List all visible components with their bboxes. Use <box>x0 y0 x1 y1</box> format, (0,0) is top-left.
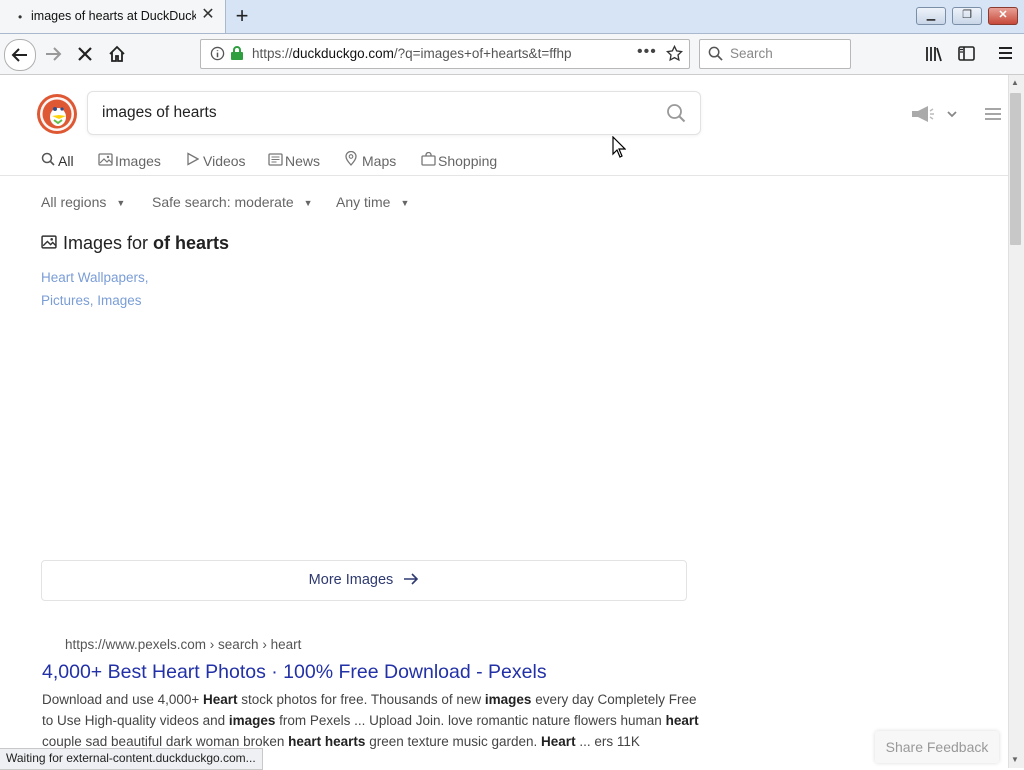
tab-bar: • images of hearts at DuckDuckGo ✕ + ▁ ❐… <box>0 0 1024 34</box>
share-feedback-button[interactable]: Share Feedback <box>875 731 999 763</box>
tab-all[interactable]: All <box>41 150 74 172</box>
ddg-menu-button[interactable] <box>984 107 1002 126</box>
bookmark-star-icon[interactable] <box>666 45 683 62</box>
address-bar[interactable]: https://duckduckgo.com/?q=images+of+hear… <box>200 39 690 69</box>
search-icon[interactable] <box>666 103 686 123</box>
header-divider <box>0 175 1008 176</box>
images-section-title[interactable]: Images for of hearts <box>41 233 229 254</box>
more-images-button[interactable]: More Images <box>41 560 687 601</box>
megaphone-icon <box>912 106 934 122</box>
time-filter[interactable]: Any time ▼ <box>336 194 409 210</box>
result-snippet: Download and use 4,000+ Heart stock phot… <box>42 692 699 749</box>
newspaper-icon <box>268 150 285 172</box>
shopping-bag-icon <box>421 150 438 172</box>
search-icon <box>708 46 723 61</box>
library-icon[interactable] <box>924 46 944 64</box>
ddg-search-input[interactable] <box>100 103 664 123</box>
region-filter[interactable]: All regions ▼ <box>41 194 125 210</box>
ddg-search-box[interactable] <box>87 91 701 135</box>
duckduckgo-logo[interactable] <box>37 94 77 134</box>
close-window-button[interactable]: ✕ <box>988 7 1018 25</box>
menu-hamburger-icon[interactable] <box>995 46 1015 64</box>
back-arrow-icon <box>11 48 27 62</box>
home-icon <box>109 45 125 62</box>
new-tab-button[interactable]: + <box>230 3 254 29</box>
page-actions-icon[interactable]: ••• <box>637 43 657 61</box>
tab-news[interactable]: News <box>268 150 320 172</box>
info-icon[interactable] <box>210 46 225 61</box>
dropdown-caret-icon: ▼ <box>303 198 313 208</box>
secure-lock-icon[interactable] <box>230 45 244 61</box>
home-button[interactable] <box>102 39 132 69</box>
scroll-up-arrow-icon[interactable]: ▲ <box>1011 78 1019 87</box>
announcements-button[interactable] <box>910 105 958 128</box>
image-link-line-1[interactable]: Heart Wallpapers, <box>41 270 149 285</box>
image-icon <box>41 235 57 249</box>
play-icon <box>186 150 203 172</box>
image-icon <box>98 150 115 172</box>
forward-arrow-icon <box>46 47 62 61</box>
chevron-down-icon <box>947 111 958 118</box>
map-pin-icon <box>345 150 362 172</box>
hamburger-icon <box>985 108 1001 120</box>
arrow-right-icon <box>404 573 419 585</box>
browser-search-input[interactable] <box>728 45 842 62</box>
safe-search-filter[interactable]: Safe search: moderate ▼ <box>152 194 313 210</box>
restore-button[interactable]: ❐ <box>952 7 982 25</box>
scroll-down-arrow-icon[interactable]: ▼ <box>1011 755 1019 764</box>
tab-close-icon[interactable]: ✕ <box>199 6 217 24</box>
tab-videos[interactable]: Videos <box>186 150 246 172</box>
result-title[interactable]: 4,000+ Best Heart Photos · 100% Free Dow… <box>42 661 547 684</box>
stop-icon <box>78 47 92 61</box>
status-bar: Waiting for external-content.duckduckgo.… <box>0 748 263 770</box>
scrollbar-thumb[interactable] <box>1010 93 1021 245</box>
tab-title: images of hearts at DuckDuckGo <box>31 9 196 23</box>
tab-loading-indicator: • <box>18 10 23 24</box>
forward-button[interactable] <box>38 39 68 69</box>
tab-active[interactable]: • images of hearts at DuckDuckGo ✕ <box>0 0 226 33</box>
navigation-toolbar: https://duckduckgo.com/?q=images+of+hear… <box>0 34 1024 75</box>
image-link-line-2[interactable]: Pictures, Images <box>41 293 142 308</box>
back-button[interactable] <box>4 39 36 71</box>
url-text[interactable]: https://duckduckgo.com/?q=images+of+hear… <box>252 46 571 61</box>
stop-button[interactable] <box>70 39 100 69</box>
tab-maps[interactable]: Maps <box>345 150 396 172</box>
dropdown-caret-icon: ▼ <box>400 198 410 208</box>
minimize-button[interactable]: ▁ <box>916 7 946 25</box>
sidebar-icon[interactable] <box>956 46 976 64</box>
result-url[interactable]: https://www.pexels.com › search › heart <box>65 637 301 652</box>
page-content: All Images Videos News Maps Shopping All… <box>0 75 1008 768</box>
tab-images[interactable]: Images <box>98 150 161 172</box>
tab-shopping[interactable]: Shopping <box>421 150 497 172</box>
search-icon <box>41 150 58 172</box>
dropdown-caret-icon: ▼ <box>116 198 126 208</box>
mouse-cursor-icon <box>612 136 626 158</box>
browser-search-box[interactable] <box>699 39 851 69</box>
